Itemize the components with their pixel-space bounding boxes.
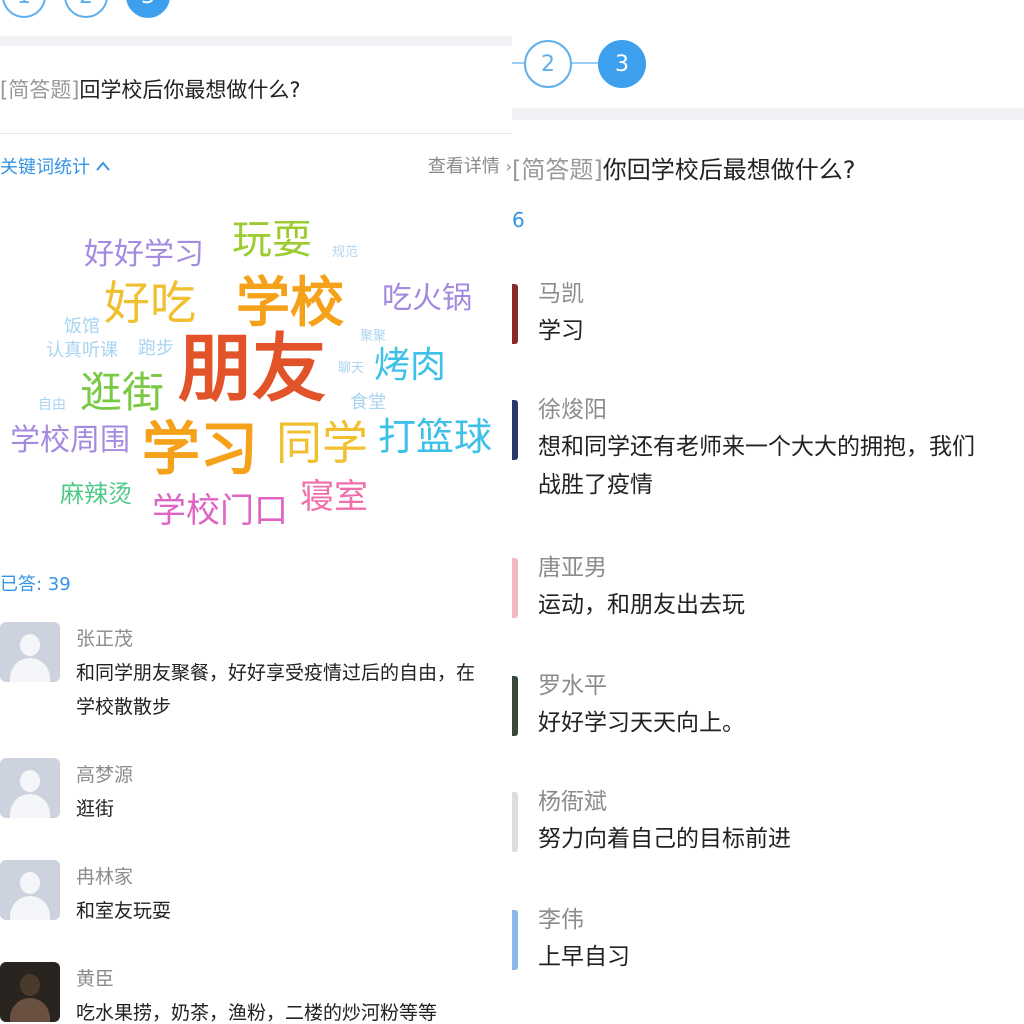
cloud-word: 吃火锅 xyxy=(382,281,472,316)
cloud-word: 学校门口 xyxy=(152,491,288,531)
cloud-word: 学校 xyxy=(236,271,344,334)
cloud-word: 跑步 xyxy=(138,338,174,359)
cloud-word: 规范 xyxy=(332,245,359,260)
avatar[interactable] xyxy=(0,962,60,1022)
keyword-stats-toggle[interactable]: 关键词统计 xyxy=(0,153,110,179)
cloud-word: 认真听课 xyxy=(46,340,118,361)
cloud-word: 寝室 xyxy=(300,477,368,517)
question-title: [简答题]你回学校后最想做什么? xyxy=(512,156,856,184)
answer-content: 想和同学还有老师来一个大大的拥抱，我们 xyxy=(538,434,975,460)
answer-content: 学习 xyxy=(538,318,584,344)
step-connector xyxy=(512,62,524,64)
answer-author: 高梦源 xyxy=(76,764,134,786)
answer-content: 和室友玩耍 xyxy=(76,900,172,922)
answer-content: 和同学朋友聚餐，好好享受疫情过后的自由，在学校散散步 xyxy=(76,662,476,718)
answered-count-fragment: 6 xyxy=(512,208,525,232)
answer-content-continued: 战胜了疫情 xyxy=(538,472,653,498)
cloud-word: 烤肉 xyxy=(374,345,447,386)
answer-author: 马凯 xyxy=(538,281,584,307)
answer-author: 杨衙斌 xyxy=(538,789,607,815)
answer-author: 冉林家 xyxy=(76,866,134,888)
avatar[interactable] xyxy=(512,676,518,736)
answer-content: 运动，和朋友出去玩 xyxy=(538,592,745,618)
step-3[interactable]: 3 xyxy=(126,0,170,18)
section-divider xyxy=(0,36,512,46)
avatar[interactable] xyxy=(0,622,60,682)
question-title: [简答题]回学校后你最想做什么? xyxy=(0,78,301,102)
answer-author: 黄臣 xyxy=(76,968,115,990)
cloud-word: 聊天 xyxy=(338,361,365,376)
cloud-word: 食堂 xyxy=(350,392,386,413)
step-connector xyxy=(572,62,598,64)
answer-content: 逛街 xyxy=(76,798,115,820)
right-screenshot-panel: 2 3 [简答题]你回学校后最想做什么? 6 马凯 学习 徐焌阳 想和同学还有老… xyxy=(512,0,1024,1024)
answer-content: 上早自习 xyxy=(538,944,630,970)
avatar[interactable] xyxy=(0,758,60,818)
answer-content: 努力向着自己的目标前进 xyxy=(538,826,791,852)
answer-content: 好好学习天天向上。 xyxy=(538,710,745,736)
chevron-up-icon xyxy=(96,161,110,171)
cloud-word: 学习 xyxy=(142,415,259,483)
cloud-word: 聚聚 xyxy=(360,329,387,344)
avatar[interactable] xyxy=(512,910,518,970)
cloud-word: 玩耍 xyxy=(232,217,312,263)
avatar[interactable] xyxy=(0,860,60,920)
avatar[interactable] xyxy=(512,400,518,460)
step-2[interactable]: 2 xyxy=(524,40,572,88)
cloud-word: 同学 xyxy=(276,416,368,470)
step-3[interactable]: 3 xyxy=(598,40,646,88)
keyword-word-cloud: 朋友 学校 学习 同学 好吃 玩耍 好好学习 吃火锅 逛街 烤肉 打篮球 学校周… xyxy=(0,200,512,550)
step-2[interactable]: 2 xyxy=(64,0,108,18)
cloud-word: 好好学习 xyxy=(84,237,204,272)
left-screenshot-panel: 1 2 3 [简答题]回学校后你最想做什么? 关键词统计 查看详情 › 朋友 学… xyxy=(0,0,512,1024)
answer-author: 罗水平 xyxy=(538,673,607,699)
cloud-word: 好吃 xyxy=(104,276,196,330)
cloud-word: 自由 xyxy=(38,397,66,413)
avatar[interactable] xyxy=(512,792,518,852)
answer-author: 徐焌阳 xyxy=(538,397,607,423)
cloud-word: 麻辣烫 xyxy=(60,480,132,508)
answer-author: 唐亚男 xyxy=(538,555,607,581)
avatar[interactable] xyxy=(512,558,518,618)
step-1[interactable]: 1 xyxy=(2,0,46,18)
cloud-word: 朋友 xyxy=(178,326,326,412)
answer-author: 李伟 xyxy=(538,907,584,933)
answered-count: 已答: 39 xyxy=(0,574,71,595)
avatar[interactable] xyxy=(512,284,518,344)
cloud-word: 学校周围 xyxy=(10,423,130,458)
cloud-word: 饭馆 xyxy=(64,316,100,337)
answer-author: 张正茂 xyxy=(76,628,134,650)
view-details-link[interactable]: 查看详情 › xyxy=(428,152,512,178)
divider xyxy=(0,133,512,134)
cloud-word: 打篮球 xyxy=(378,415,493,459)
section-divider xyxy=(512,108,1024,120)
cloud-word: 逛街 xyxy=(80,368,165,417)
answer-content: 吃水果捞，奶茶，渔粉，二楼的炒河粉等等 xyxy=(76,1002,438,1024)
